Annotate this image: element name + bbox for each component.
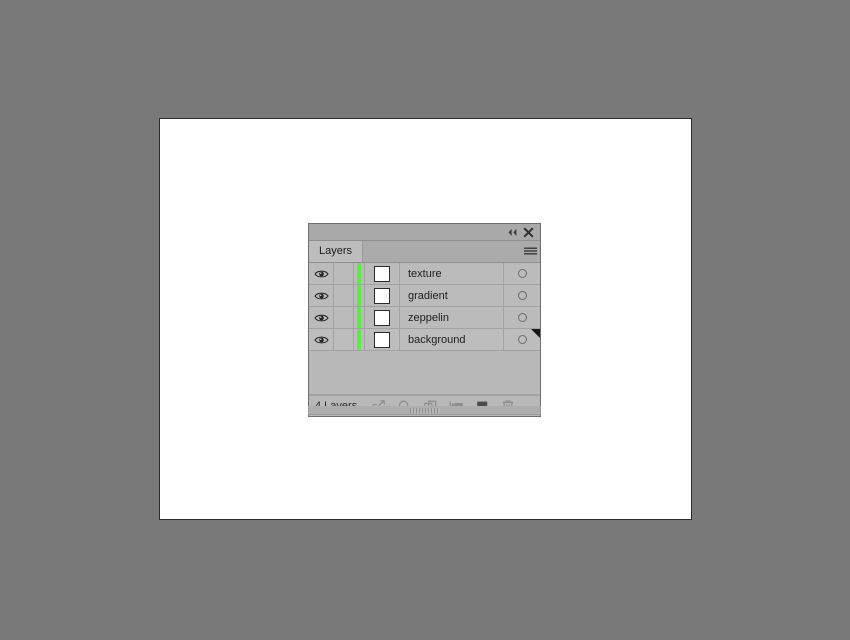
eye-icon[interactable] <box>309 285 334 306</box>
lock-toggle[interactable] <box>334 285 354 306</box>
panel-titlebar[interactable] <box>309 224 540 241</box>
layer-thumbnail <box>365 285 400 306</box>
target-circle-icon[interactable] <box>504 285 540 306</box>
layer-name[interactable]: texture <box>400 263 504 284</box>
close-icon[interactable] <box>520 225 536 239</box>
layers-list[interactable]: texture gradient zeppelin background <box>309 263 540 395</box>
eye-icon[interactable] <box>309 263 334 284</box>
target-circle-icon[interactable] <box>504 307 540 328</box>
eye-icon[interactable] <box>309 329 334 350</box>
lock-toggle[interactable] <box>334 307 354 328</box>
layer-thumbnail <box>365 329 400 350</box>
layer-color-bar <box>354 285 365 306</box>
layer-color-bar <box>354 329 365 350</box>
table-row[interactable]: gradient <box>309 285 540 307</box>
tab-layers[interactable]: Layers <box>309 241 364 262</box>
layer-thumbnail <box>365 307 400 328</box>
grip-lines-icon <box>409 407 440 413</box>
layers-panel: Layers texture gradient zeppelin backgro… <box>308 223 541 417</box>
collapse-to-icons-icon[interactable] <box>504 225 520 239</box>
lock-toggle[interactable] <box>334 263 354 284</box>
table-row[interactable]: zeppelin <box>309 307 540 329</box>
lock-toggle[interactable] <box>334 329 354 350</box>
layer-color-bar <box>354 263 365 284</box>
layer-thumbnail <box>365 263 400 284</box>
layer-color-bar <box>354 307 365 328</box>
tabstrip-filler <box>363 241 520 262</box>
table-row[interactable]: background <box>309 329 540 351</box>
panel-tabstrip: Layers <box>309 241 540 263</box>
panel-menu-icon[interactable] <box>520 241 540 262</box>
eye-icon[interactable] <box>309 307 334 328</box>
layer-name[interactable]: zeppelin <box>400 307 504 328</box>
layer-name[interactable]: gradient <box>400 285 504 306</box>
panel-resize-grip[interactable] <box>308 406 541 415</box>
target-circle-icon[interactable] <box>504 263 540 284</box>
tab-layers-label: Layers <box>319 245 353 257</box>
layer-name[interactable]: background <box>400 329 504 350</box>
selection-indicator <box>531 329 540 338</box>
table-row[interactable]: texture <box>309 263 540 285</box>
